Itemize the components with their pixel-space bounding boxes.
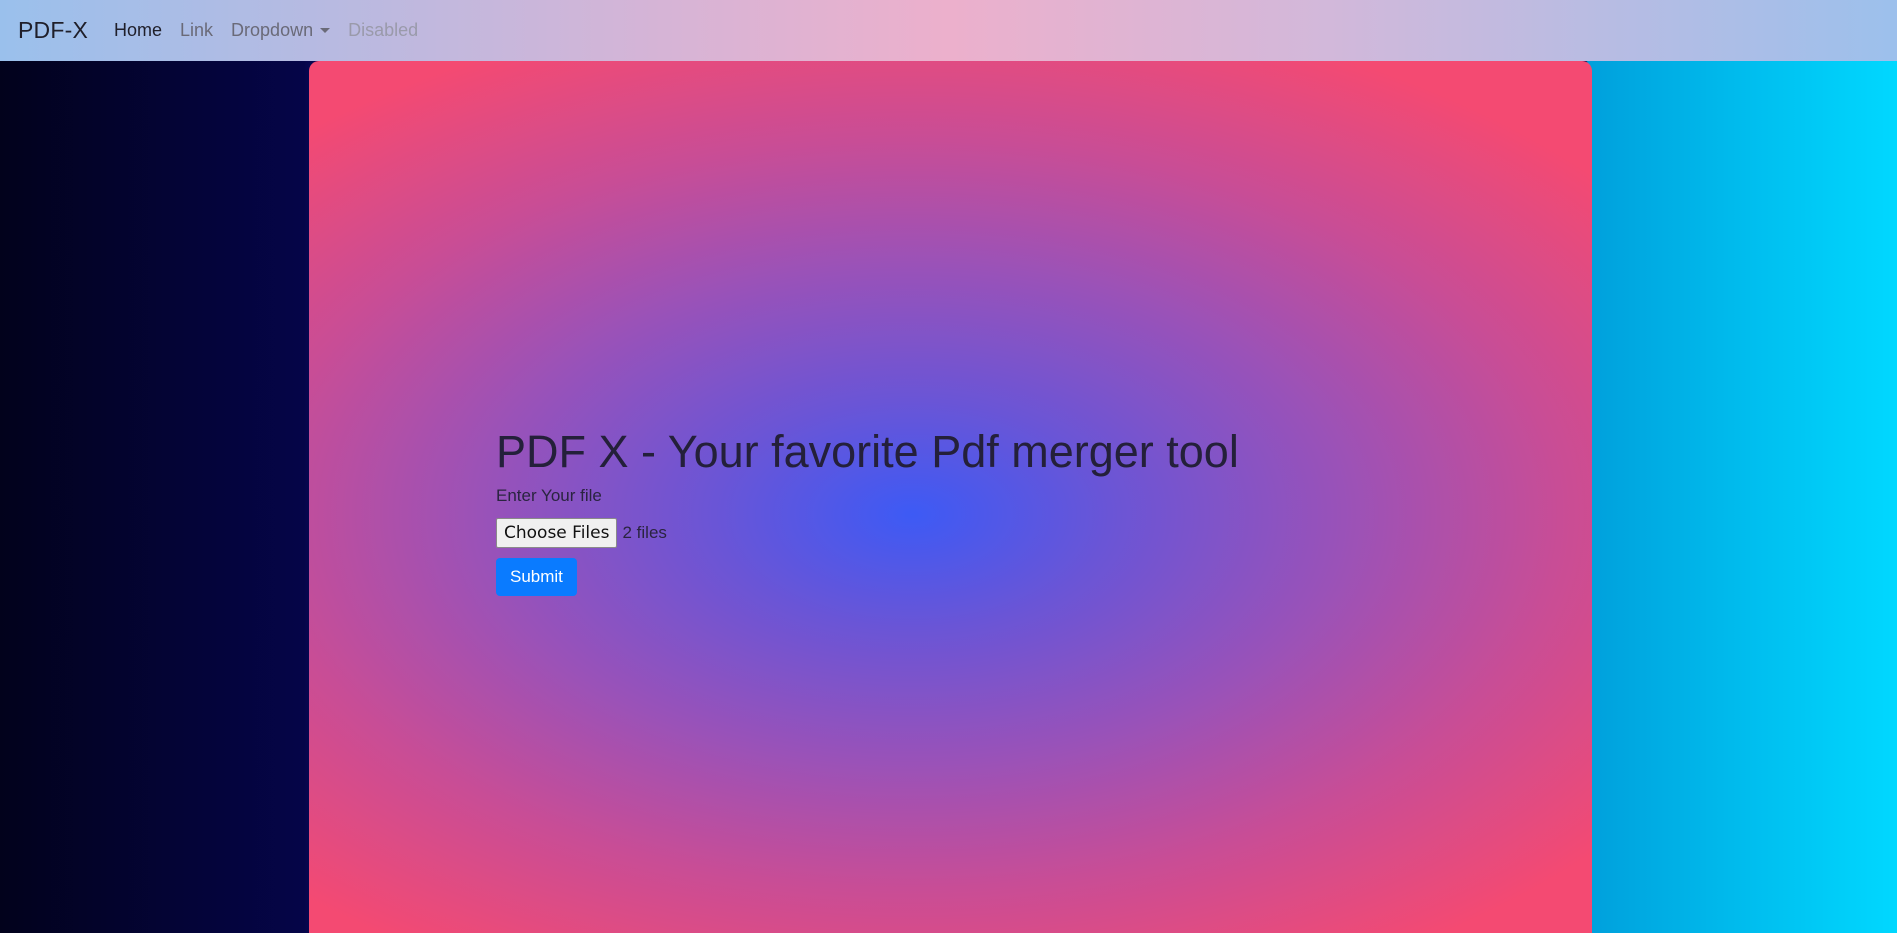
navbar-brand[interactable]: PDF-X	[18, 17, 88, 44]
upload-form: PDF X - Your favorite Pdf merger tool En…	[496, 426, 1239, 596]
choose-files-button[interactable]: Choose Files	[496, 518, 618, 548]
selected-file-count: 2 files	[622, 523, 667, 542]
nav-item-link[interactable]: Link	[180, 20, 213, 41]
page-title: PDF X - Your favorite Pdf merger tool	[496, 426, 1239, 477]
main-panel: PDF X - Your favorite Pdf merger tool En…	[309, 61, 1592, 933]
nav-item-dropdown-label: Dropdown	[231, 20, 314, 40]
nav-item-dropdown[interactable]: Dropdown	[231, 20, 331, 41]
nav-item-home[interactable]: Home	[114, 20, 162, 41]
caret-down-icon	[320, 28, 331, 33]
top-navbar: PDF-X Home Link Dropdown Disabled	[0, 0, 1897, 61]
nav-item-disabled: Disabled	[348, 20, 419, 40]
submit-button[interactable]: Submit	[496, 558, 577, 596]
file-input: Choose Files 2 files	[496, 518, 1239, 548]
file-input-label: Enter Your file	[496, 486, 602, 505]
